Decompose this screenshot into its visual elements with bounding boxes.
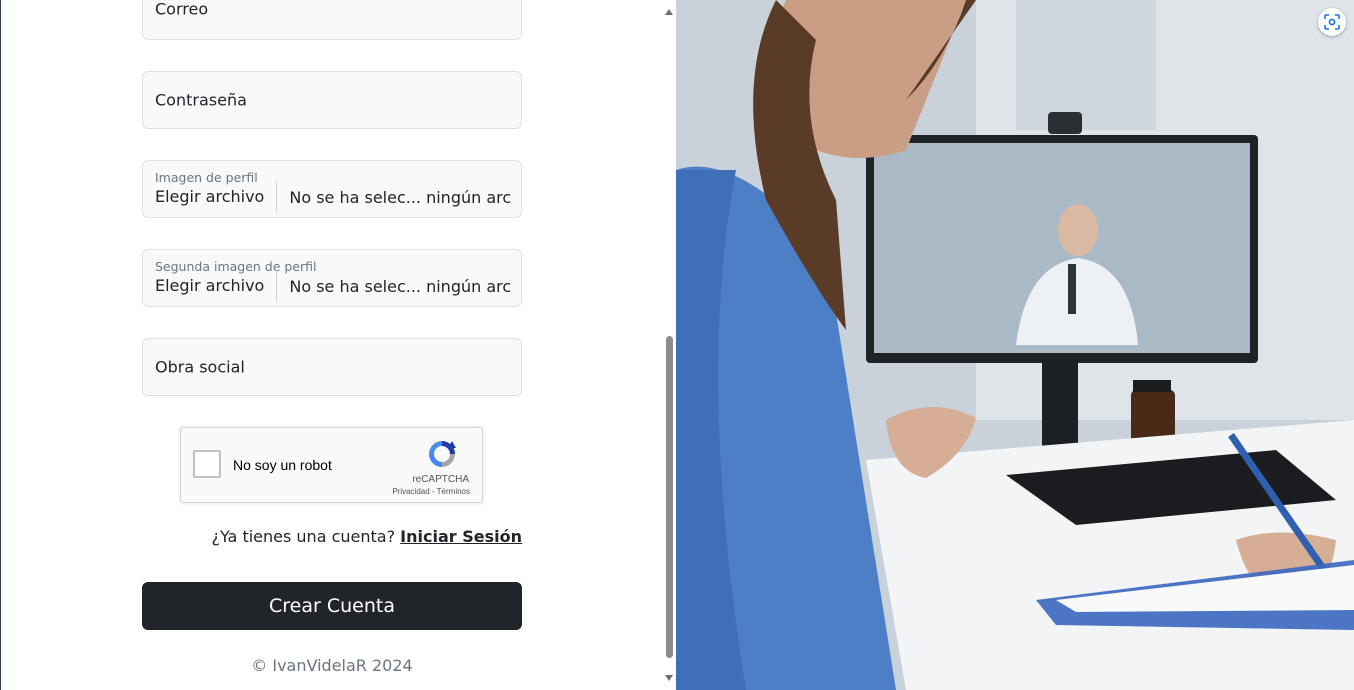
scroll-down-arrow-icon[interactable] (665, 675, 673, 681)
scrollbar-thumb[interactable] (666, 336, 673, 658)
password-field[interactable]: Contraseña (142, 71, 522, 129)
recaptcha-checkbox[interactable] (193, 450, 221, 478)
recaptcha-brand: reCAPTCHA (412, 474, 469, 485)
recaptcha-privacy-link[interactable]: Privacidad (392, 487, 429, 496)
google-lens-icon[interactable] (1318, 8, 1346, 36)
registration-panel: Correo Contraseña Imagen de perfil Elegi… (0, 0, 677, 690)
email-field-label: Correo (155, 0, 209, 19)
recaptcha-label: No soy un robot (233, 457, 332, 473)
photo-illustration (676, 0, 1354, 690)
recaptcha-links-separator: - (429, 487, 437, 496)
health-insurance-field-label: Obra social (155, 357, 245, 377)
second-profile-image-field: Segunda imagen de perfil Elegir archivo … (142, 249, 522, 307)
recaptcha-terms-link[interactable]: Términos (437, 487, 470, 496)
password-field-label: Contraseña (155, 90, 247, 110)
email-field[interactable]: Correo (142, 0, 522, 40)
second-profile-image-input[interactable]: Elegir archivo No se ha selec... ningún … (155, 270, 511, 302)
create-account-button[interactable]: Crear Cuenta (142, 582, 522, 630)
profile-image-status: No se ha selec... ningún archivo (289, 187, 511, 207)
scroll-up-arrow-icon[interactable] (665, 9, 673, 15)
health-insurance-field[interactable]: Obra social (142, 338, 522, 396)
recaptcha-widget: No soy un robot reCAPTCHA Privacidad - T… (180, 427, 483, 503)
login-prompt-text: ¿Ya tienes una cuenta? (211, 527, 396, 546)
page-scrollbar[interactable] (662, 0, 677, 690)
profile-image-field: Imagen de perfil Elegir archivo No se ha… (142, 160, 522, 218)
copyright-text: © IvanVidelaR 2024 (251, 656, 413, 675)
profile-image-choose-button[interactable]: Elegir archivo (155, 181, 278, 213)
recaptcha-logo-icon (429, 441, 456, 467)
profile-image-input[interactable]: Elegir archivo No se ha selec... ningún … (155, 181, 511, 213)
second-profile-image-choose-button[interactable]: Elegir archivo (155, 270, 278, 302)
recaptcha-links: Privacidad - Términos (392, 487, 470, 496)
nurse-telemedicine-photo (676, 0, 1354, 690)
login-link[interactable]: Iniciar Sesión (400, 527, 522, 546)
second-profile-image-status: No se ha selec... ningún archivo (289, 276, 511, 296)
login-prompt: ¿Ya tienes una cuenta? Iniciar Sesión (142, 527, 522, 546)
